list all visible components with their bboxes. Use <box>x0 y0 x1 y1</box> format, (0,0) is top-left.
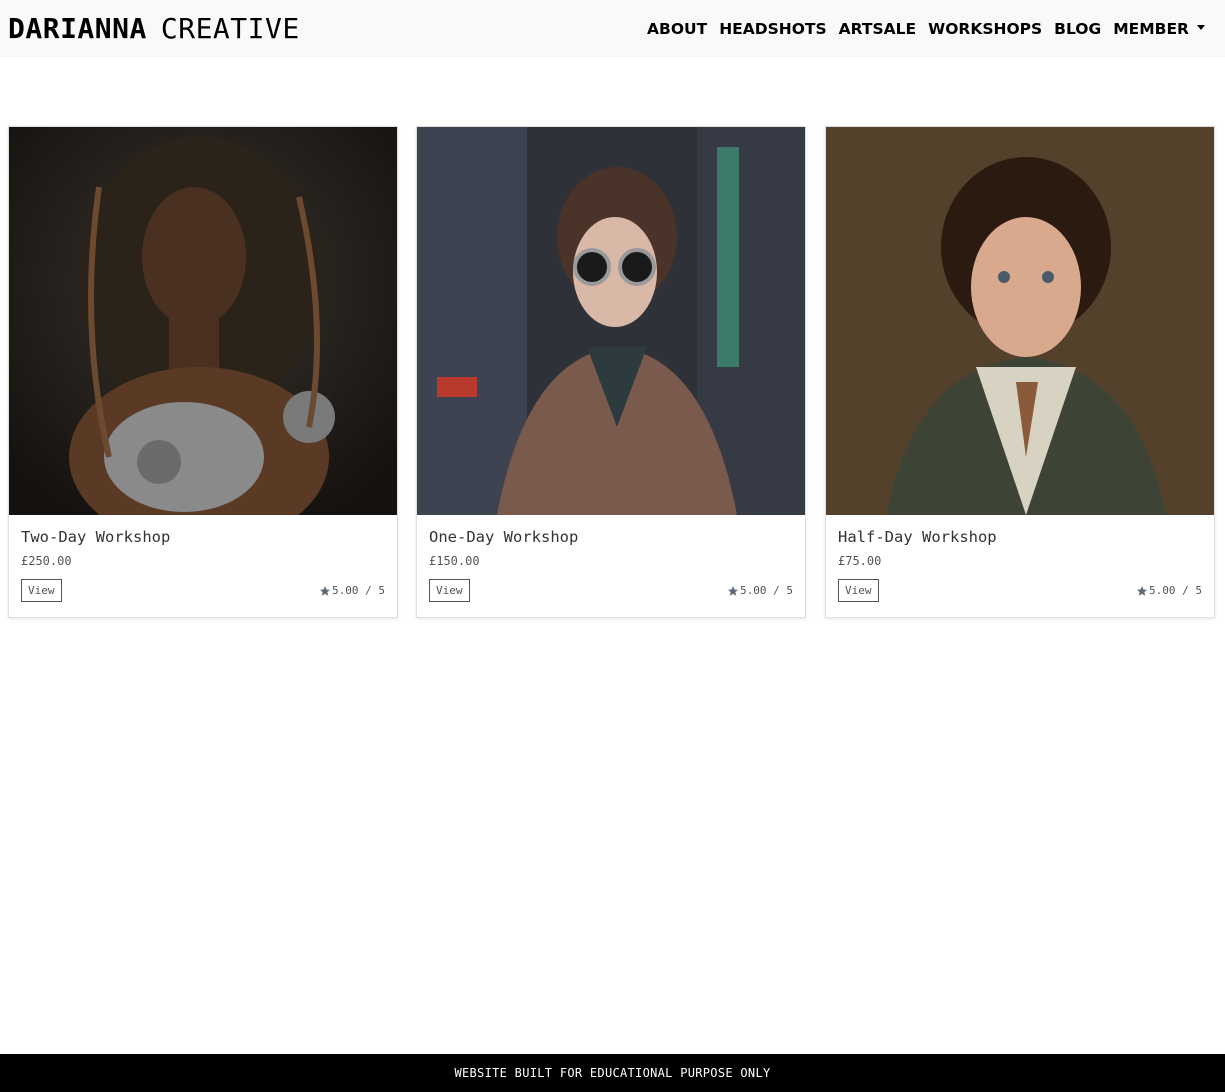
navbar: DARIANNA CREATIVE ABOUT HEADSHOTS ARTSAL… <box>0 0 1225 57</box>
star-icon <box>1137 585 1148 596</box>
workshop-image[interactable] <box>9 127 397 515</box>
card-footer-row: View 5.00 / 5 <box>21 579 385 602</box>
workshop-card: Half-Day Workshop £75.00 View 5.00 / 5 <box>825 126 1215 618</box>
card-footer-row: View 5.00 / 5 <box>429 579 793 602</box>
nav-link-blog[interactable]: BLOG <box>1048 20 1107 38</box>
nav-link-artsale[interactable]: ARTSALE <box>833 20 922 38</box>
site-footer: WEBSITE BUILT FOR EDUCATIONAL PURPOSE ON… <box>0 1054 1225 1092</box>
view-button[interactable]: View <box>838 579 879 602</box>
nav-link-about[interactable]: ABOUT <box>641 20 713 38</box>
brand-name-part1: DARIANNA <box>8 12 147 45</box>
workshop-card: Two-Day Workshop £250.00 View 5.00 / 5 <box>8 126 398 618</box>
card-body: Half-Day Workshop £75.00 View 5.00 / 5 <box>826 515 1214 602</box>
rating: 5.00 / 5 <box>727 584 793 597</box>
card-price: £250.00 <box>21 554 72 568</box>
card-body: One-Day Workshop £150.00 View 5.00 / 5 <box>417 515 805 602</box>
workshop-card: One-Day Workshop £150.00 View 5.00 / 5 <box>416 126 806 618</box>
view-button[interactable]: View <box>429 579 470 602</box>
footer-text: WEBSITE BUILT FOR EDUCATIONAL PURPOSE ON… <box>454 1066 771 1080</box>
rating-text: 5.00 / 5 <box>332 584 385 597</box>
workshop-image-placeholder <box>9 127 397 515</box>
star-icon <box>320 585 331 596</box>
rating: 5.00 / 5 <box>319 584 385 597</box>
card-title[interactable]: Two-Day Workshop <box>21 528 385 546</box>
nav-link-member-label: MEMBER <box>1113 19 1189 38</box>
nav-link-member[interactable]: MEMBER <box>1107 20 1211 38</box>
rating: 5.00 / 5 <box>1136 584 1202 597</box>
rating-text: 5.00 / 5 <box>1149 584 1202 597</box>
card-body: Two-Day Workshop £250.00 View 5.00 / 5 <box>9 515 397 602</box>
workshop-image-placeholder <box>417 127 805 515</box>
rating-text: 5.00 / 5 <box>740 584 793 597</box>
workshop-image[interactable] <box>826 127 1214 515</box>
chevron-down-icon <box>1197 24 1205 30</box>
brand-name-part2: CREATIVE <box>160 12 300 45</box>
card-price: £150.00 <box>429 554 480 568</box>
star-icon <box>728 585 739 596</box>
view-button[interactable]: View <box>21 579 62 602</box>
workshop-image[interactable] <box>417 127 805 515</box>
card-title[interactable]: Half-Day Workshop <box>838 528 1202 546</box>
nav-link-workshops[interactable]: WORKSHOPS <box>922 20 1048 38</box>
nav-link-headshots[interactable]: HEADSHOTS <box>713 20 832 38</box>
card-price: £75.00 <box>838 554 882 568</box>
workshop-image-placeholder <box>826 127 1214 515</box>
card-footer-row: View 5.00 / 5 <box>838 579 1202 602</box>
card-title[interactable]: One-Day Workshop <box>429 528 793 546</box>
main-nav: ABOUT HEADSHOTS ARTSALE WORKSHOPS BLOG M… <box>641 20 1217 38</box>
brand-logo[interactable]: DARIANNA CREATIVE <box>8 12 300 45</box>
